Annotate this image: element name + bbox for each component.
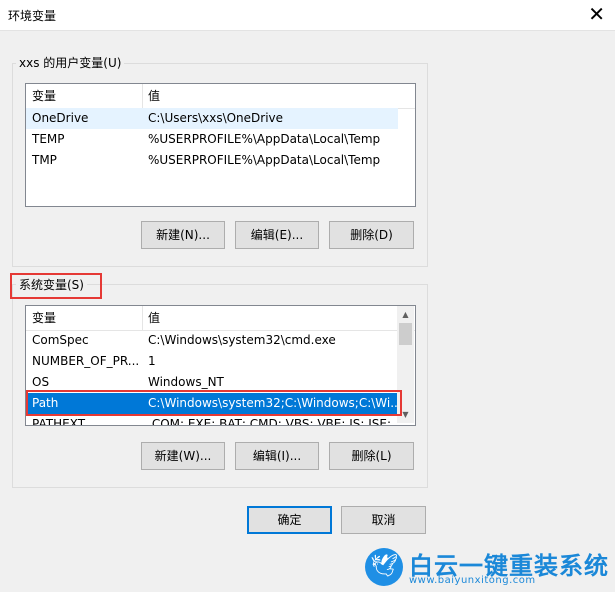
list-header: 变量 值: [26, 84, 415, 109]
watermark: 🕊 白云一键重装系统 www.baiyunxitong.com: [363, 545, 611, 589]
user-edit-button[interactable]: 编辑(E)...: [235, 221, 319, 249]
column-header-value[interactable]: 值: [142, 84, 392, 108]
variable-value: %USERPROFILE%\AppData\Local\Temp: [148, 132, 381, 146]
column-header-variable[interactable]: 变量: [26, 306, 142, 330]
list-item[interactable]: OneDrive C:\Users\xxs\OneDrive: [26, 108, 398, 129]
user-variables-label: xxs 的用户变量(U): [16, 55, 125, 71]
column-header-value[interactable]: 值: [142, 306, 392, 330]
window-title: 环境变量: [8, 9, 57, 23]
user-new-button[interactable]: 新建(N)...: [141, 221, 225, 249]
list-item[interactable]: TEMP %USERPROFILE%\AppData\Local\Temp: [26, 129, 398, 150]
variable-name: TMP: [32, 153, 57, 167]
bird-icon: 🕊: [365, 548, 403, 586]
variable-name: ComSpec: [32, 333, 89, 347]
system-edit-button[interactable]: 编辑(I)...: [235, 442, 319, 470]
list-item[interactable]: NUMBER_OF_PR... 1: [26, 351, 397, 372]
variable-value: %USERPROFILE%\AppData\Local\Temp: [148, 153, 381, 167]
cancel-button[interactable]: 取消: [341, 506, 426, 534]
watermark-url: www.baiyunxitong.com: [409, 575, 536, 586]
variable-value: C:\Users\xxs\OneDrive: [148, 111, 284, 125]
title-divider: [0, 30, 615, 31]
scroll-up-icon[interactable]: ▲: [397, 306, 414, 323]
title-bar: 环境变量 ✕: [0, 0, 615, 30]
variable-value: C:\Windows\system32\cmd.exe: [148, 333, 336, 347]
variable-name: OneDrive: [32, 111, 89, 125]
user-delete-button[interactable]: 删除(D): [329, 221, 414, 249]
variable-name: TEMP: [32, 132, 65, 146]
close-icon[interactable]: ✕: [588, 3, 605, 25]
highlight-box-path-row: [26, 390, 402, 416]
highlight-box-label: [10, 273, 102, 299]
column-header-variable[interactable]: 变量: [26, 84, 142, 108]
list-item[interactable]: ComSpec C:\Windows\system32\cmd.exe: [26, 330, 397, 351]
list-header: 变量 值: [26, 306, 415, 331]
user-variables-list[interactable]: 变量 值 OneDrive C:\Users\xxs\OneDrive TEMP…: [25, 83, 416, 207]
scrollbar-thumb[interactable]: [399, 323, 412, 345]
variable-name: NUMBER_OF_PR...: [32, 354, 140, 368]
system-delete-button[interactable]: 删除(L): [329, 442, 414, 470]
list-item[interactable]: TMP %USERPROFILE%\AppData\Local\Temp: [26, 150, 398, 171]
system-new-button[interactable]: 新建(W)...: [141, 442, 225, 470]
variable-value: 1: [148, 354, 156, 368]
ok-button[interactable]: 确定: [247, 506, 332, 534]
